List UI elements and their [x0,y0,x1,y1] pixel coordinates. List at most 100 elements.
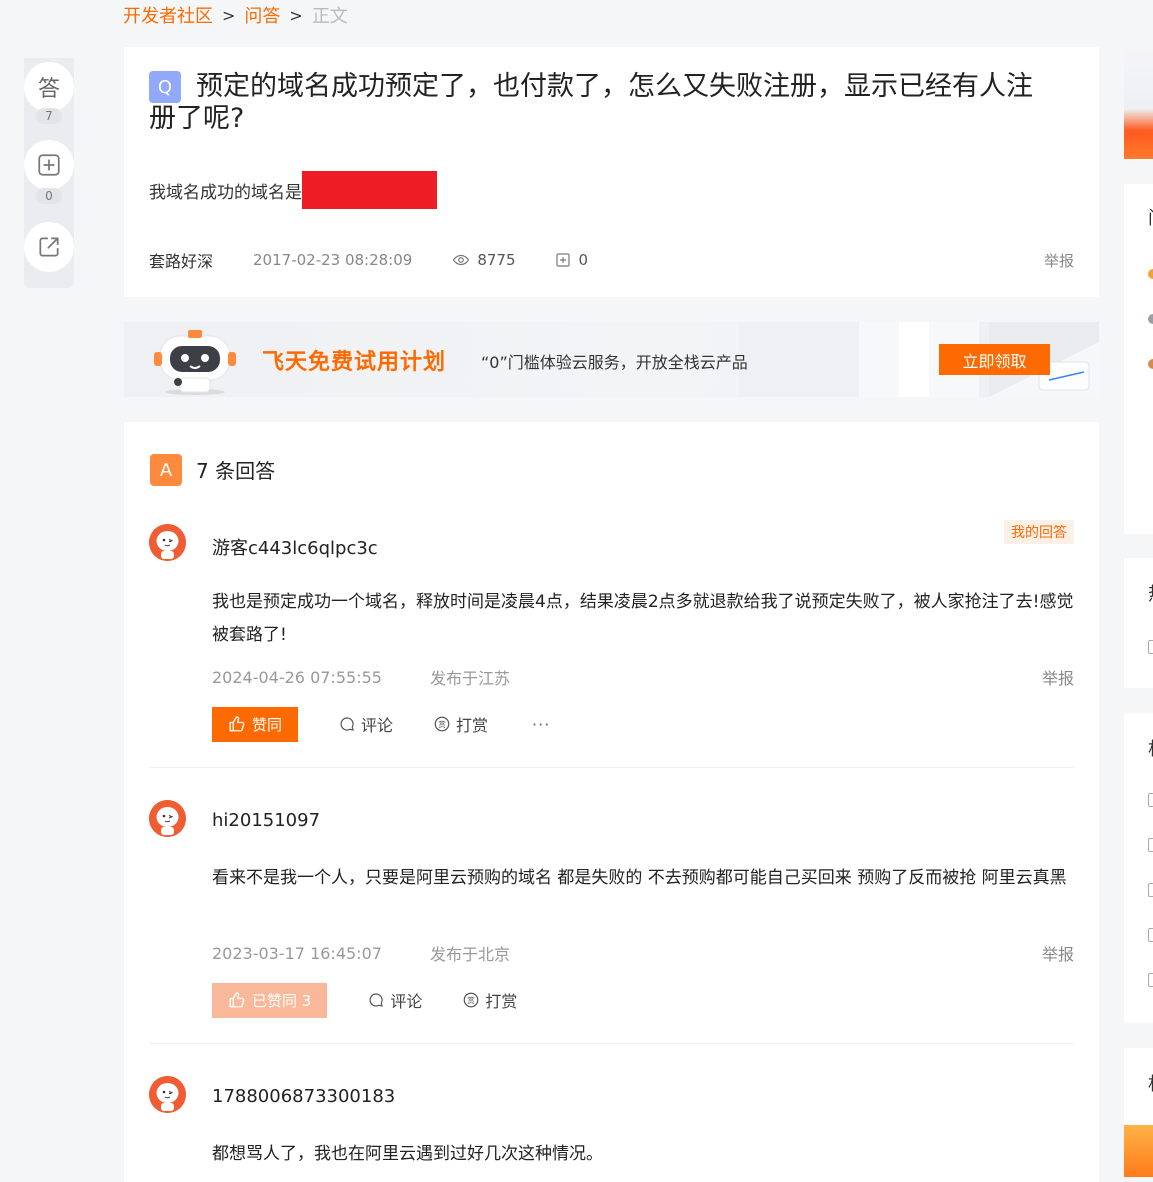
banner-title: 飞天免费试用计划 [262,350,447,375]
mascot-robot-image [154,330,236,395]
claim-now-button[interactable]: 立即领取 [939,344,1050,375]
answer-count-badge: 7 [36,108,62,124]
question-card: Q 预定的域名成功预定了，也付款了，怎么又失败注册，显示已经有人注册了呢? 我域… [124,47,1099,297]
share-icon [39,237,59,257]
reward-label: 打赏 [456,716,489,735]
thumbs-up-icon [229,992,245,1008]
like-button-label: 赞同 [252,715,283,734]
right-sidebar-card: 相 [1124,713,1153,1023]
right-sidebar-banner[interactable] [1124,47,1153,159]
plus-square-icon [555,253,570,267]
comment-icon [340,717,354,731]
comment-icon [369,993,384,1007]
answer-section-badge: A [150,454,182,486]
comment-button[interactable]: 评论 [367,988,422,1012]
view-count: 8775 [452,251,516,269]
answer-date: 2023-03-17 16:45:07 [212,943,382,963]
thumbs-up-icon [229,716,245,732]
avatar-image [149,524,186,561]
more-options-button[interactable]: ··· [532,715,550,734]
right-sidebar-card: 热 [1124,558,1153,688]
answer-report-link[interactable]: 举报 [1042,941,1074,965]
answer-username[interactable]: 1788006873300183 [212,1086,395,1107]
answers-card: A 7 条回答 游客c443lc6qlpc3c 我的回答 我也是预定成功一个域名… [124,422,1099,1182]
question-body: 我域名成功的域名是 [149,171,437,209]
right-sidebar-card: 相 [1124,1048,1153,1125]
share-button[interactable] [24,222,74,272]
answer-text: 看来不是我一个人，只要是阿里云预购的域名 都是失败的 不去预购都可能自己买回来 … [212,868,1067,888]
answer-meta: 2023-03-17 16:45:07 发布于北京 举报 [212,941,1074,965]
avatar[interactable] [149,800,186,837]
breadcrumb-home-link[interactable]: 开发者社区 [123,2,213,28]
doc-icon [1148,793,1153,807]
answer-date: 2024-04-26 07:55:55 [212,667,382,687]
right-sidebar-card: 问 [1124,184,1153,534]
rank-dot [1148,269,1153,279]
avatar[interactable] [149,1076,186,1113]
answer-button[interactable]: 答 [24,62,74,112]
answer-button-label: 答 [37,77,60,102]
breadcrumb-current: 正文 [311,6,348,27]
right-card-heading-fragment: 相 [1148,735,1153,761]
right-sidebar-promo[interactable] [1124,1125,1153,1177]
breadcrumb-qa-link[interactable]: 问答 [244,2,280,28]
breadcrumb-separator: > [222,5,236,25]
my-answer-tag: 我的回答 [1004,520,1074,544]
answer-username[interactable]: 游客c443lc6qlpc3c [212,534,378,560]
svg-text:赏: 赏 [438,719,446,729]
follow-button[interactable] [24,140,74,190]
answer-actions: 已赞同 3 评论 赏 打赏 [212,982,517,1018]
follow-count[interactable]: 0 [554,251,589,269]
question-body-text: 我域名成功的域名是 [149,182,302,203]
answer-text: 我也是预定成功一个域名，释放时间是凌晨4点，结果凌晨2点多就退款给我了说预定失败… [212,592,1074,645]
answer-meta: 2024-04-26 07:55:55 发布于江苏 举报 [212,665,1074,689]
promo-banner[interactable]: 飞天免费试用计划 “0”门槛体验云服务，开放全栈云产品 立即领取 [124,322,1099,397]
avatar[interactable] [149,524,186,561]
answer-divider [149,767,1074,768]
rank-dot [1148,314,1153,324]
avatar-image [149,800,186,837]
doc-icon [1148,973,1153,987]
answer-username[interactable]: hi20151097 [212,810,320,831]
left-toolbar: 答 7 0 [24,58,74,288]
follow-count-value: 0 [578,251,589,269]
breadcrumb-separator: > [289,5,303,25]
reward-icon: 赏 [434,716,450,732]
right-card-heading-fragment: 相 [1148,1070,1153,1096]
answer-divider [149,1043,1074,1044]
reward-button[interactable]: 赏 打赏 [462,988,517,1012]
like-button[interactable]: 赞同 [212,706,299,742]
question-author[interactable]: 套路好深 [149,248,213,272]
reward-label: 打赏 [485,992,518,1011]
banner-subtitle: “0”门槛体验云服务，开放全栈云产品 [481,353,748,372]
reward-icon: 赏 [463,992,479,1008]
avatar-image [149,1076,186,1113]
right-card-heading-fragment: 问 [1148,204,1153,230]
answer-text: 都想骂人了，我也在阿里云遇到过好几次这种情况。 [212,1144,603,1164]
liked-button-label: 已赞同 3 [252,991,312,1010]
answer-count-heading: 7 条回答 [196,459,276,483]
right-card-heading-fragment: 热 [1148,580,1153,606]
comment-button[interactable]: 评论 [338,712,393,736]
eye-icon [453,254,470,266]
reward-button[interactable]: 赏 打赏 [433,712,488,736]
question-date: 2017-02-23 08:28:09 [253,251,413,269]
doc-icon [1148,640,1153,654]
answer-location: 发布于江苏 [429,669,510,688]
rank-dot [1148,359,1153,369]
answer-location: 发布于北京 [429,945,510,964]
redaction-block [302,171,437,209]
follow-count-badge: 0 [36,188,62,204]
comment-label: 评论 [390,992,423,1011]
liked-button[interactable]: 已赞同 3 [212,982,328,1018]
plus-square-icon [38,154,60,176]
doc-icon [1148,928,1153,942]
view-count-value: 8775 [477,251,516,269]
answer-report-link[interactable]: 举报 [1042,665,1074,689]
question-title: 预定的域名成功预定了，也付款了，怎么又失败注册，显示已经有人注册了呢? [149,71,1033,134]
doc-icon [1148,838,1153,852]
question-report-link[interactable]: 举报 [1044,250,1074,271]
comment-label: 评论 [361,716,394,735]
svg-text:赏: 赏 [468,995,476,1005]
question-meta: 套路好深 2017-02-23 08:28:09 8775 0 举报 [149,249,1074,271]
